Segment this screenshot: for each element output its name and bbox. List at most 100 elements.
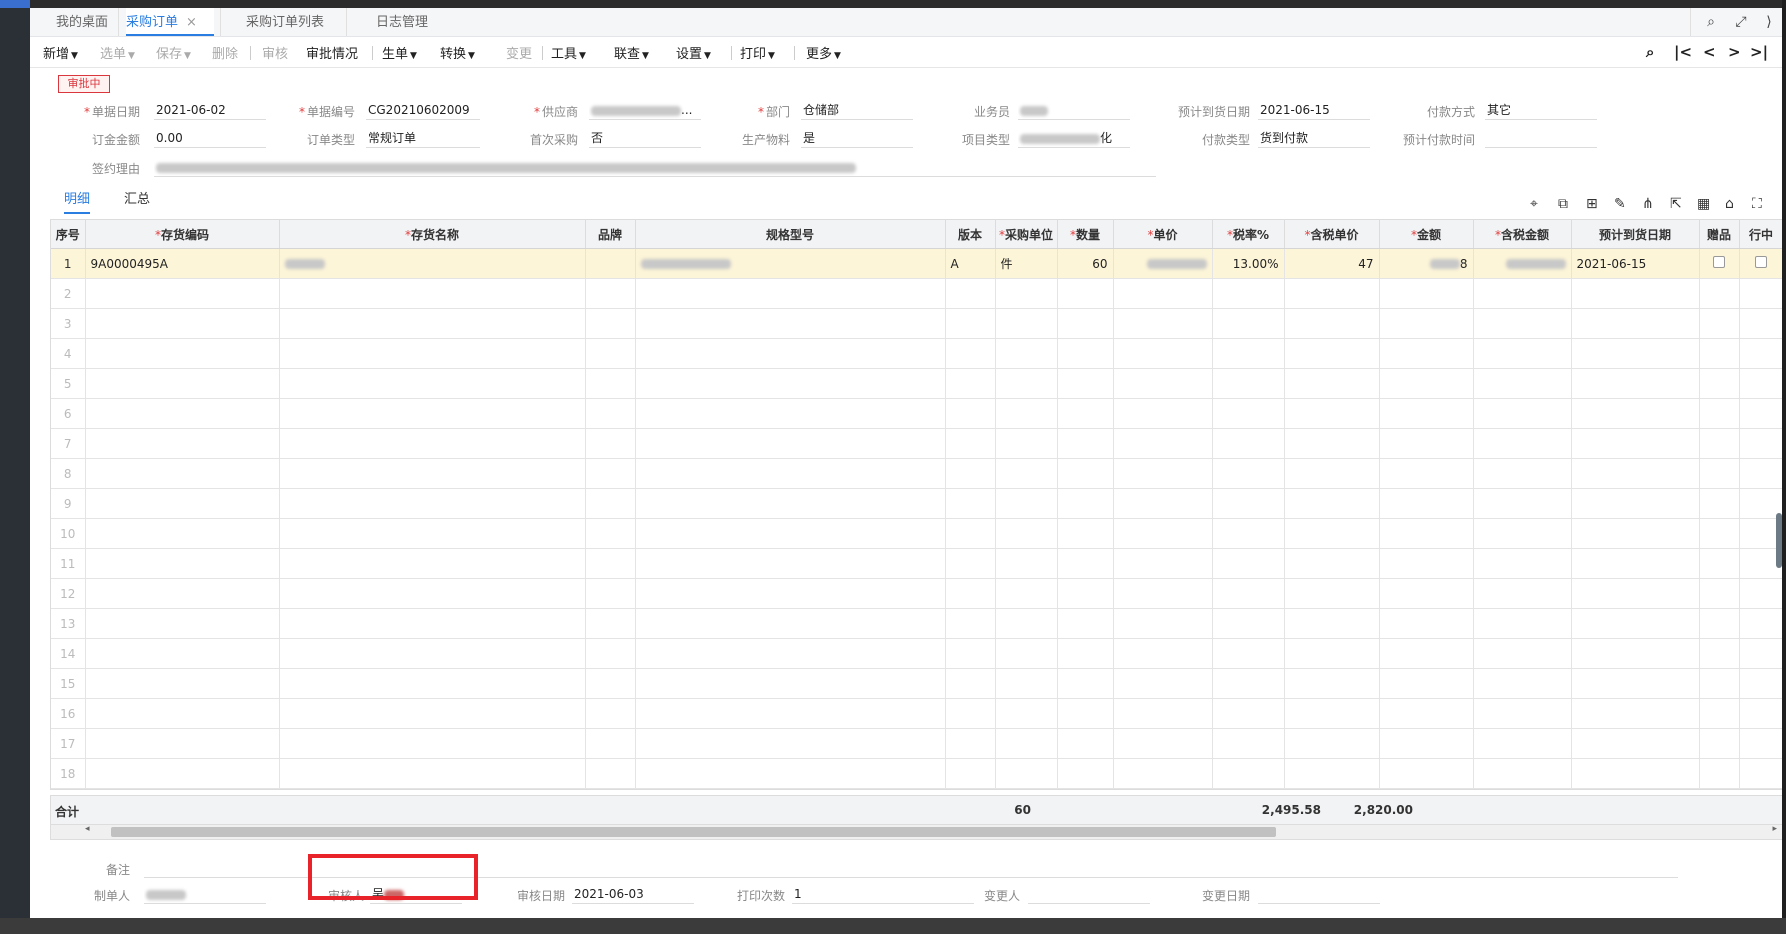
tab-purchase-order-list[interactable]: 采购订单列表 — [246, 8, 324, 36]
col-header-tax-rate[interactable]: *税率% — [1212, 220, 1285, 249]
empty-cell[interactable] — [1113, 608, 1213, 639]
table-row[interactable]: 12 — [51, 578, 1782, 609]
empty-cell[interactable] — [1284, 578, 1380, 609]
empty-cell[interactable] — [1699, 578, 1740, 609]
print-button[interactable]: 打印 ▼ — [740, 43, 775, 62]
empty-cell[interactable] — [1284, 698, 1380, 729]
empty-cell[interactable] — [1473, 608, 1572, 639]
creator-field[interactable] — [144, 886, 266, 904]
gift-checkbox[interactable] — [1713, 256, 1725, 268]
empty-cell[interactable] — [1739, 398, 1782, 429]
table-row[interactable]: 18 — [51, 758, 1782, 789]
export-icon[interactable]: ⇱ — [1670, 196, 1682, 212]
empty-cell[interactable] — [279, 488, 586, 519]
fullscreen-icon[interactable]: ⛶ — [1752, 196, 1762, 212]
empty-cell[interactable] — [1379, 638, 1474, 669]
cell-qty[interactable]: 60 — [1057, 248, 1114, 279]
empty-cell[interactable] — [279, 308, 586, 339]
tab-log-management[interactable]: 日志管理 — [376, 8, 428, 36]
table-row[interactable]: 2 — [51, 278, 1782, 309]
table-row[interactable]: 11 — [51, 548, 1782, 579]
scroll-left-icon[interactable]: ◂ — [85, 824, 90, 834]
col-header-brand[interactable]: 品牌 — [585, 220, 636, 249]
table-row[interactable]: 5 — [51, 368, 1782, 399]
empty-cell[interactable] — [585, 338, 636, 369]
empty-cell[interactable] — [945, 578, 996, 609]
empty-cell[interactable] — [585, 518, 636, 549]
generate-button[interactable]: 生单 ▼ — [382, 43, 417, 62]
empty-cell[interactable] — [1284, 608, 1380, 639]
empty-cell[interactable] — [945, 668, 996, 699]
empty-cell[interactable] — [1379, 458, 1474, 489]
grid-icon[interactable]: ▦ — [1697, 196, 1710, 212]
empty-cell[interactable] — [1212, 308, 1285, 339]
empty-cell[interactable] — [585, 398, 636, 429]
table-row[interactable]: 6 — [51, 398, 1782, 429]
expected-arrival-field[interactable]: 2021-06-15 — [1258, 102, 1370, 120]
empty-cell[interactable] — [85, 398, 280, 429]
empty-cell[interactable] — [1571, 518, 1700, 549]
row-close-checkbox[interactable] — [1755, 256, 1767, 268]
empty-cell[interactable] — [279, 638, 586, 669]
table-row[interactable]: 4 — [51, 338, 1782, 369]
col-header-tax-price[interactable]: *含税单价 — [1284, 220, 1380, 249]
empty-cell[interactable] — [1284, 518, 1380, 549]
empty-cell[interactable] — [1571, 608, 1700, 639]
split-icon[interactable]: ⋔ — [1642, 196, 1654, 212]
empty-cell[interactable] — [1379, 368, 1474, 399]
empty-cell[interactable] — [1379, 338, 1474, 369]
empty-cell[interactable] — [1212, 368, 1285, 399]
select-button[interactable]: 选单 ▼ — [100, 43, 135, 62]
dept-field[interactable]: 仓储部 — [801, 102, 913, 120]
cell-amount[interactable]: 8 — [1379, 248, 1474, 279]
empty-cell[interactable] — [1113, 278, 1213, 309]
empty-cell[interactable] — [995, 698, 1058, 729]
empty-cell[interactable] — [1739, 458, 1782, 489]
empty-cell[interactable] — [1057, 518, 1114, 549]
empty-cell[interactable] — [945, 518, 996, 549]
col-header-qty[interactable]: *数量 — [1057, 220, 1114, 249]
empty-cell[interactable] — [279, 548, 586, 579]
tab-purchase-order[interactable]: 采购订单 × — [126, 8, 214, 36]
empty-cell[interactable] — [995, 338, 1058, 369]
table-row[interactable]: 14 — [51, 638, 1782, 669]
empty-cell[interactable] — [1699, 518, 1740, 549]
empty-cell[interactable] — [1113, 398, 1213, 429]
empty-cell[interactable] — [1284, 488, 1380, 519]
empty-cell[interactable] — [85, 548, 280, 579]
empty-cell[interactable] — [995, 608, 1058, 639]
tab-detail[interactable]: 明细 — [64, 188, 91, 214]
empty-cell[interactable] — [1284, 638, 1380, 669]
empty-cell[interactable] — [1473, 638, 1572, 669]
empty-cell[interactable] — [635, 518, 946, 549]
empty-cell[interactable] — [85, 338, 280, 369]
empty-cell[interactable] — [1212, 668, 1285, 699]
empty-cell[interactable] — [1212, 728, 1285, 759]
empty-cell[interactable] — [1699, 368, 1740, 399]
empty-cell[interactable] — [1571, 488, 1700, 519]
empty-cell[interactable] — [1571, 458, 1700, 489]
empty-cell[interactable] — [945, 698, 996, 729]
empty-cell[interactable] — [635, 458, 946, 489]
empty-cell[interactable] — [1571, 398, 1700, 429]
empty-cell[interactable] — [945, 368, 996, 399]
empty-cell[interactable] — [1057, 698, 1114, 729]
empty-cell[interactable] — [585, 548, 636, 579]
empty-cell[interactable] — [1571, 578, 1700, 609]
empty-cell[interactable] — [1284, 368, 1380, 399]
empty-cell[interactable] — [1212, 608, 1285, 639]
empty-cell[interactable] — [1571, 368, 1700, 399]
empty-cell[interactable] — [1212, 398, 1285, 429]
empty-cell[interactable] — [945, 608, 996, 639]
empty-cell[interactable] — [1571, 638, 1700, 669]
empty-cell[interactable] — [635, 428, 946, 459]
maximize-icon[interactable]: ⤢ — [1730, 12, 1752, 32]
search-icon[interactable]: ⌕ — [1700, 12, 1722, 32]
empty-cell[interactable] — [585, 428, 636, 459]
empty-cell[interactable] — [1739, 278, 1782, 309]
empty-cell[interactable] — [1379, 518, 1474, 549]
empty-cell[interactable] — [585, 308, 636, 339]
empty-cell[interactable] — [1739, 668, 1782, 699]
empty-cell[interactable] — [1739, 638, 1782, 669]
empty-cell[interactable] — [635, 728, 946, 759]
